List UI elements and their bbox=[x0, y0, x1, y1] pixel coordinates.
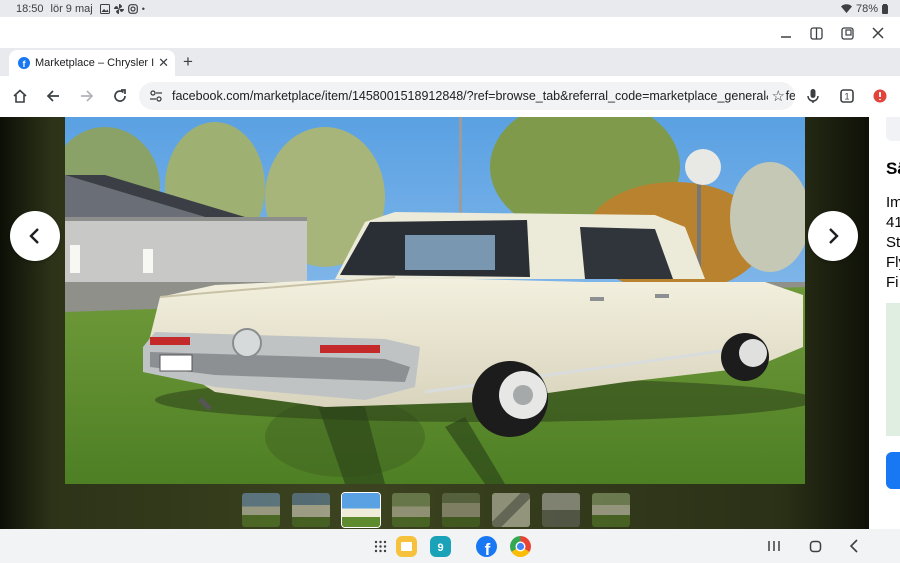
listing-details-panel: Sä Im 41 St Fly Fi bbox=[869, 117, 900, 529]
tab-marketplace[interactable]: f Marketplace – Chrysler Imp ✕ bbox=[9, 50, 175, 76]
tab-strip: f Marketplace – Chrysler Imp ✕ + bbox=[0, 48, 900, 76]
marketplace-item-viewer: Sä Im 41 St Fly Fi bbox=[0, 117, 900, 529]
chrome-window-bar bbox=[0, 17, 900, 48]
gallery-notification-icon bbox=[99, 3, 110, 14]
photo-thumbnail[interactable] bbox=[492, 493, 530, 527]
bookmark-star-icon[interactable]: ☆ bbox=[767, 87, 785, 105]
svg-text:1: 1 bbox=[844, 92, 849, 102]
wifi-icon bbox=[840, 4, 852, 13]
photo-thumbnail[interactable] bbox=[442, 493, 480, 527]
recent-apps-icon[interactable] bbox=[766, 538, 782, 554]
more-notifications-dot-icon: • bbox=[141, 3, 145, 14]
pinwheel-notification-icon bbox=[113, 3, 124, 14]
chrome-app-icon[interactable] bbox=[510, 536, 531, 557]
home-icon[interactable] bbox=[10, 86, 30, 106]
facebook-favicon-icon: f bbox=[18, 57, 30, 69]
listing-detail-line: Fi bbox=[886, 274, 899, 291]
listing-main-photo[interactable] bbox=[65, 117, 805, 484]
instagram-notification-icon bbox=[127, 3, 138, 14]
browser-toolbar: facebook.com/marketplace/item/1458001518… bbox=[0, 76, 900, 117]
back-arrow-icon[interactable] bbox=[43, 86, 63, 106]
tab-close-icon[interactable]: ✕ bbox=[158, 55, 169, 71]
notes-app-icon[interactable] bbox=[396, 536, 417, 557]
panel-search-box[interactable] bbox=[886, 117, 900, 141]
tab-count-icon[interactable]: 1 bbox=[837, 86, 857, 106]
status-time: 18:50 bbox=[16, 2, 44, 15]
forward-arrow-icon[interactable] bbox=[77, 86, 97, 106]
photo-thumbnail-active[interactable] bbox=[341, 492, 381, 528]
tab-title: Marketplace – Chrysler Imp bbox=[35, 57, 155, 69]
popup-window-icon[interactable] bbox=[839, 25, 855, 41]
close-window-icon[interactable] bbox=[870, 25, 886, 41]
app-drawer-icon[interactable] bbox=[372, 538, 388, 554]
next-photo-button[interactable] bbox=[808, 211, 858, 261]
calendar-app-icon[interactable]: 9 bbox=[430, 536, 451, 557]
chevron-left-icon bbox=[29, 228, 39, 244]
chevron-right-icon bbox=[829, 228, 839, 244]
listing-detail-line: Fly bbox=[886, 254, 900, 271]
site-info-tune-icon[interactable] bbox=[149, 89, 163, 103]
status-bar: 18:50 lör 9 maj • 78% bbox=[0, 0, 900, 17]
facebook-app-icon[interactable]: f bbox=[476, 536, 497, 559]
minimize-icon[interactable] bbox=[778, 25, 794, 41]
address-bar[interactable]: facebook.com/marketplace/item/1458001518… bbox=[139, 82, 795, 110]
photo-thumbnail[interactable] bbox=[542, 493, 580, 527]
new-tab-plus-icon[interactable]: + bbox=[183, 52, 193, 72]
microphone-icon[interactable] bbox=[803, 86, 823, 106]
svg-text:f: f bbox=[485, 540, 491, 557]
listing-detail-line: 41 bbox=[886, 214, 900, 231]
listing-detail-line: Im bbox=[886, 194, 900, 211]
back-button-icon[interactable] bbox=[846, 538, 862, 554]
photo-thumbnails bbox=[242, 492, 630, 528]
split-window-icon[interactable] bbox=[808, 25, 824, 41]
home-button-icon[interactable] bbox=[807, 538, 823, 554]
photo-thumbnail[interactable] bbox=[592, 493, 630, 527]
reload-icon[interactable] bbox=[110, 86, 130, 106]
profile-menu-icon[interactable] bbox=[870, 86, 890, 106]
message-seller-button[interactable] bbox=[886, 452, 900, 489]
url-text: facebook.com/marketplace/item/1458001518… bbox=[172, 89, 795, 103]
listing-title-fragment: Sä bbox=[886, 159, 900, 178]
battery-percent: 78% bbox=[855, 2, 878, 15]
svg-text:9: 9 bbox=[437, 542, 443, 554]
photo-thumbnail[interactable] bbox=[392, 493, 430, 527]
status-date: lör 9 maj bbox=[50, 2, 93, 15]
photo-thumbnail[interactable] bbox=[242, 493, 280, 527]
battery-icon bbox=[882, 3, 888, 14]
photo-thumbnail[interactable] bbox=[292, 493, 330, 527]
previous-photo-button[interactable] bbox=[10, 211, 60, 261]
system-navigation-bar: 9 f bbox=[0, 529, 900, 563]
location-map[interactable] bbox=[886, 303, 900, 436]
listing-detail-line: St bbox=[886, 234, 900, 251]
